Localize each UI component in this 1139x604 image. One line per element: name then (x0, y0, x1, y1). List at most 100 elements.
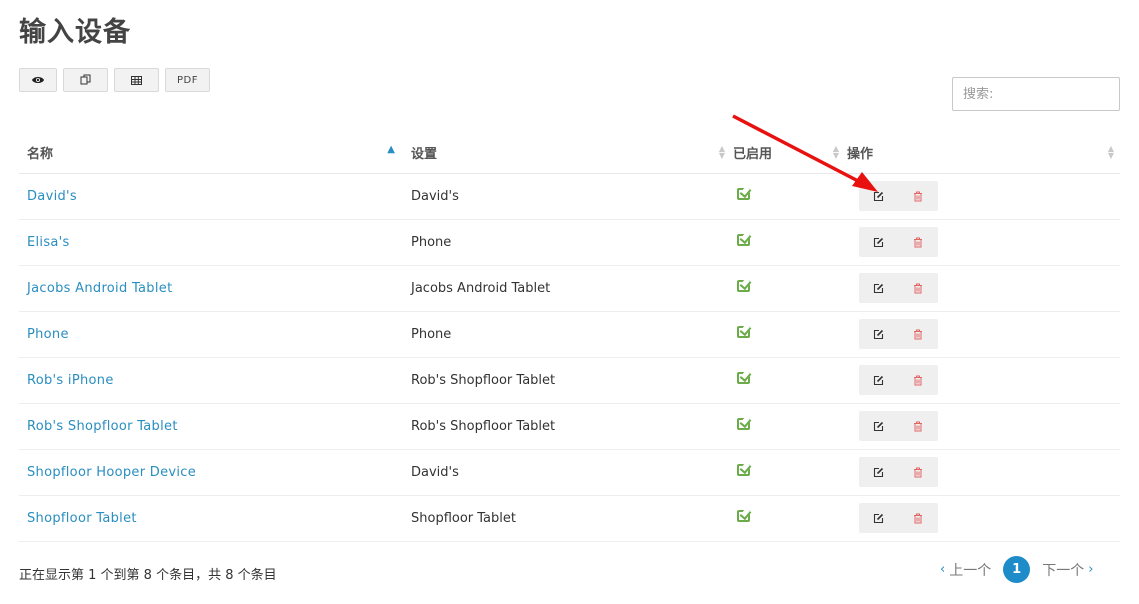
copy-icon (80, 74, 91, 85)
edit-icon (873, 191, 884, 201)
device-setting-cell: Rob's Shopfloor Tablet (403, 403, 725, 450)
edit-icon (873, 283, 884, 293)
device-name-link[interactable]: Rob's iPhone (27, 373, 114, 388)
column-header-enabled-label: 已启用 (733, 147, 773, 163)
edit-button[interactable] (859, 503, 898, 533)
device-enabled-cell (725, 403, 839, 450)
search-input[interactable] (952, 77, 1120, 111)
pagination: ‹ 上一个 1 下一个 › (940, 556, 1093, 583)
device-name-link[interactable]: Shopfloor Tablet (27, 511, 137, 526)
trash-icon (913, 329, 922, 339)
column-header-name[interactable]: 名称 ▲ (19, 133, 403, 174)
delete-button[interactable] (898, 273, 937, 303)
next-page-button[interactable]: 下一个 › (1042, 560, 1093, 580)
device-actions-cell (839, 311, 1120, 358)
chevron-right-icon: › (1088, 562, 1094, 577)
device-actions-cell (839, 495, 1120, 542)
previous-page-label: 上一个 (949, 562, 992, 579)
delete-button[interactable] (898, 227, 937, 257)
table-info: 正在显示第 1 个到第 8 个条目，共 8 个条目 (19, 568, 277, 583)
delete-button[interactable] (898, 319, 937, 349)
device-name-cell: Elisa's (19, 219, 403, 266)
device-name-link[interactable]: Phone (27, 327, 69, 342)
column-header-name-label: 名称 (27, 147, 54, 163)
device-name-link[interactable]: Rob's Shopfloor Tablet (27, 419, 178, 434)
previous-page-button[interactable]: ‹ 上一个 (940, 560, 991, 580)
table-row: Elisa's Phone (19, 219, 1120, 266)
device-name-cell: Rob's iPhone (19, 357, 403, 404)
copy-button[interactable] (63, 68, 108, 92)
current-page-button[interactable]: 1 (1003, 556, 1031, 583)
column-header-settings[interactable]: 设置 ▲ ▼ (403, 133, 725, 174)
edit-icon (873, 421, 884, 431)
edit-icon (873, 375, 884, 385)
page-title: 输入设备 (19, 17, 131, 48)
device-name-cell: Rob's Shopfloor Tablet (19, 403, 403, 450)
eye-icon (32, 77, 44, 83)
check-square-icon (737, 510, 750, 522)
pdf-export-button[interactable]: PDF (165, 68, 210, 92)
edit-button[interactable] (859, 457, 898, 487)
device-name-link[interactable]: Elisa's (27, 235, 70, 250)
action-button-group (859, 411, 938, 441)
table-row: Rob's iPhone Rob's Shopfloor Tablet (19, 357, 1120, 404)
table-row: Shopfloor Tablet Shopfloor Tablet (19, 495, 1120, 542)
edit-icon (873, 237, 884, 247)
action-button-group (859, 457, 938, 487)
trash-icon (913, 375, 922, 385)
trash-icon (913, 283, 922, 293)
device-enabled-cell (725, 311, 839, 358)
device-enabled-cell (725, 449, 839, 496)
edit-button[interactable] (859, 411, 898, 441)
check-square-icon (737, 234, 750, 246)
column-visibility-button[interactable] (19, 68, 57, 92)
check-square-icon (737, 418, 750, 430)
sort-both-icon: ▲ ▼ (1107, 144, 1114, 160)
device-actions-cell (839, 173, 1120, 220)
action-button-group (859, 319, 938, 349)
device-enabled-cell (725, 357, 839, 404)
export-toolbar: PDF (19, 68, 210, 92)
table-row: Jacobs Android Tablet Jacobs Android Tab… (19, 265, 1120, 312)
device-setting-cell: Rob's Shopfloor Tablet (403, 357, 725, 404)
edit-button[interactable] (859, 273, 898, 303)
device-setting-cell: David's (403, 449, 725, 496)
table-row: Phone Phone (19, 311, 1120, 358)
device-actions-cell (839, 403, 1120, 450)
edit-button[interactable] (859, 181, 898, 211)
device-enabled-cell (725, 495, 839, 542)
table-row: David's David's (19, 173, 1120, 220)
delete-button[interactable] (898, 411, 937, 441)
edit-button[interactable] (859, 319, 898, 349)
device-name-cell: Shopfloor Hooper Device (19, 449, 403, 496)
trash-icon (913, 513, 922, 523)
delete-button[interactable] (898, 365, 937, 395)
device-setting-cell: Jacobs Android Tablet (403, 265, 725, 312)
device-actions-cell (839, 357, 1120, 404)
column-header-actions[interactable]: 操作 ▲ ▼ (839, 133, 1120, 174)
device-actions-cell (839, 449, 1120, 496)
device-name-link[interactable]: Jacobs Android Tablet (27, 281, 172, 296)
delete-button[interactable] (898, 457, 937, 487)
trash-icon (913, 421, 922, 431)
chevron-left-icon: ‹ (940, 562, 946, 577)
device-name-link[interactable]: David's (27, 189, 77, 204)
excel-export-button[interactable] (114, 68, 159, 92)
device-actions-cell (839, 219, 1120, 266)
edit-button[interactable] (859, 365, 898, 395)
table-row: Rob's Shopfloor Tablet Rob's Shopfloor T… (19, 403, 1120, 450)
delete-button[interactable] (898, 503, 937, 533)
check-square-icon (737, 372, 750, 384)
action-button-group (859, 227, 938, 257)
device-name-link[interactable]: Shopfloor Hooper Device (27, 465, 196, 480)
delete-button[interactable] (898, 181, 937, 211)
column-header-enabled[interactable]: 已启用 ▲ ▼ (725, 133, 839, 174)
table-header-row: 名称 ▲ 设置 ▲ ▼ 已启用 ▲ ▼ 操作 ▲ ▼ (19, 133, 1120, 174)
edit-button[interactable] (859, 227, 898, 257)
device-enabled-cell (725, 173, 839, 220)
devices-table: 名称 ▲ 设置 ▲ ▼ 已启用 ▲ ▼ 操作 ▲ ▼ David's David's (19, 133, 1120, 542)
action-button-group (859, 503, 938, 533)
device-name-cell: David's (19, 173, 403, 220)
device-setting-cell: Phone (403, 219, 725, 266)
device-setting-cell: Shopfloor Tablet (403, 495, 725, 542)
